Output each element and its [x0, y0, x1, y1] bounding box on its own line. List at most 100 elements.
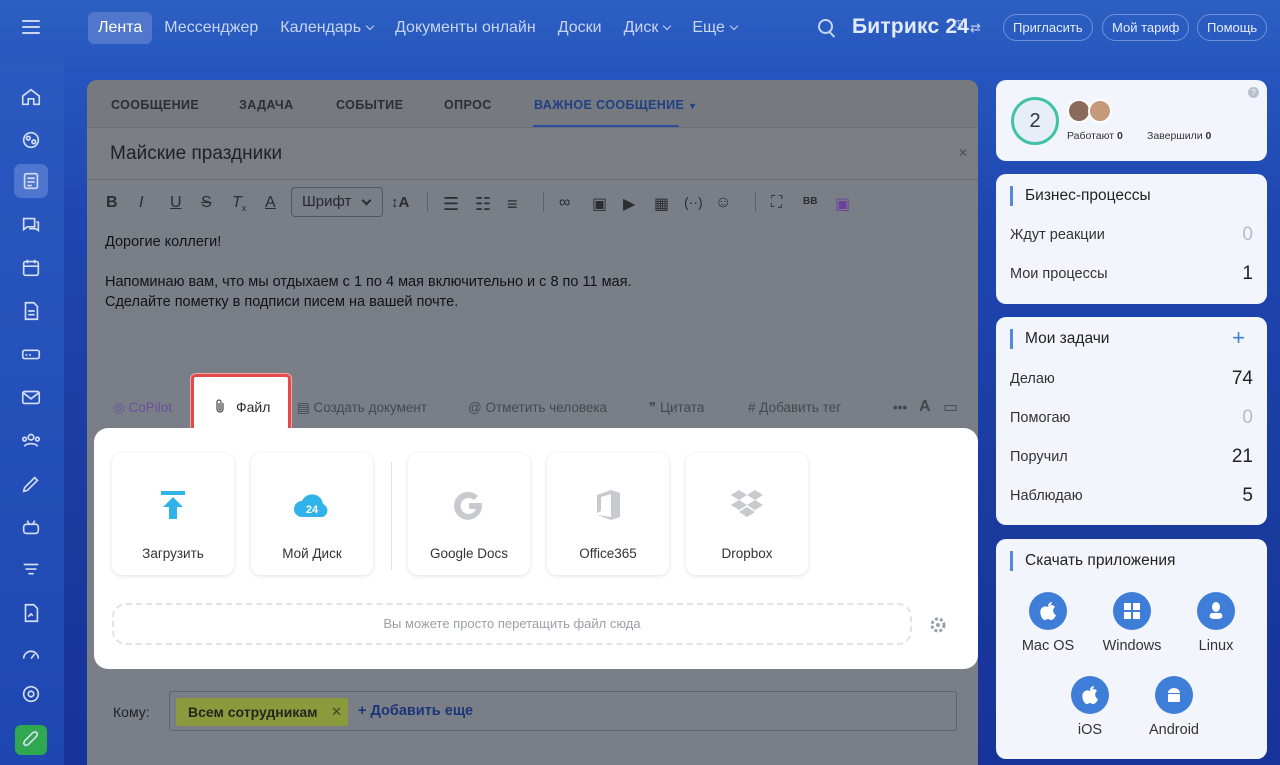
employees-icon[interactable]	[17, 426, 45, 454]
drop-zone[interactable]: Вы можете просто перетащить файл сюда	[112, 603, 912, 645]
tab-event[interactable]: СОБЫТИЕ	[336, 98, 403, 112]
row-label: Ждут реакции	[1010, 227, 1105, 243]
swap-icon[interactable]: ⇄	[970, 20, 981, 36]
help-button[interactable]: Помощь	[1197, 14, 1268, 41]
gear-icon[interactable]	[928, 615, 948, 635]
nav-item-more[interactable]: Еще	[682, 12, 747, 44]
tab-task[interactable]: ЗАДАЧА	[239, 98, 294, 112]
nav-item-drive[interactable]: Диск	[614, 12, 681, 44]
text-format-icon[interactable]: A	[919, 398, 931, 416]
task-row[interactable]: Поручил 21	[1010, 446, 1253, 467]
close-icon[interactable]: ✕	[331, 698, 342, 726]
app-windows[interactable]: Windows	[1090, 592, 1174, 654]
close-icon[interactable]: ✕	[958, 146, 968, 160]
file-button[interactable]: Файл	[191, 374, 291, 434]
home-icon[interactable]	[17, 83, 45, 111]
my-drive-tile[interactable]: 24 Мой Диск	[251, 453, 373, 575]
recipient-chip[interactable]: Всем сотрудникам ✕	[176, 698, 348, 726]
people-chat-icon[interactable]	[17, 126, 45, 154]
app-android[interactable]: Android	[1132, 676, 1216, 738]
add-tag-button[interactable]: # Добавить тег	[748, 400, 841, 415]
tariff-button[interactable]: Мой тариф	[1102, 14, 1190, 41]
code-block-icon[interactable]: (··)	[684, 194, 703, 210]
italic-icon[interactable]: I	[139, 194, 143, 212]
chat-icon[interactable]	[17, 211, 45, 239]
task-row[interactable]: Делаю 74	[1010, 368, 1253, 389]
dropbox-tile[interactable]: Dropbox	[686, 453, 808, 575]
rocket-icon[interactable]	[15, 725, 47, 755]
mention-button[interactable]: @ Отметить человека	[468, 400, 607, 415]
document-icon[interactable]	[17, 297, 45, 325]
create-document-button[interactable]: ▤ Создать документ	[297, 400, 427, 416]
card-title[interactable]: Мои задачи	[1010, 329, 1109, 349]
nav-item-feed[interactable]: Лента	[88, 12, 153, 44]
app-ios[interactable]: iOS	[1048, 676, 1132, 738]
video-icon[interactable]: ▶	[623, 194, 635, 214]
add-task-icon[interactable]: +	[1232, 325, 1245, 351]
tab-important-message[interactable]: ВАЖНОЕ СООБЩЕНИЕ ▼	[534, 98, 697, 112]
drive-icon[interactable]	[17, 340, 45, 368]
tab-message[interactable]: СООБЩЕНИЕ	[111, 98, 199, 112]
menu-icon[interactable]	[22, 20, 40, 34]
body-line: Дорогие коллеги!	[105, 234, 222, 250]
help-icon[interactable]: ?	[1248, 87, 1259, 98]
numbered-list-icon[interactable]: ☰	[443, 194, 459, 215]
recipient-box[interactable]: Всем сотрудникам ✕ + Добавить еще	[169, 691, 957, 731]
panel-icon[interactable]: ▭	[943, 397, 958, 417]
quote-button[interactable]: ❞ Цитата	[649, 400, 704, 416]
tab-poll[interactable]: ОПРОС	[444, 98, 492, 112]
ai-image-icon[interactable]: ▣	[835, 194, 850, 214]
smiley-icon[interactable]: ☺	[715, 194, 731, 212]
app-linux[interactable]: Linux	[1174, 592, 1258, 654]
google-docs-tile[interactable]: Google Docs	[408, 453, 530, 575]
font-select[interactable]: Шрифт	[291, 187, 383, 217]
align-icon[interactable]: ≡	[507, 194, 518, 215]
chevron-down-icon	[729, 21, 739, 31]
more-icon[interactable]: •••	[893, 400, 907, 415]
nav-item-boards[interactable]: Доски	[548, 12, 612, 44]
fullscreen-icon[interactable]: ⛶	[771, 194, 782, 212]
invite-button[interactable]: Пригласить	[1003, 14, 1093, 41]
strikethrough-icon[interactable]: S	[201, 194, 212, 212]
nav-item-calendar[interactable]: Календарь	[270, 12, 383, 44]
nav-item-messenger[interactable]: Мессенджер	[154, 12, 268, 44]
search-icon[interactable]	[818, 19, 833, 34]
task-row[interactable]: Наблюдаю 5	[1010, 485, 1253, 506]
clock-icon[interactable]: ◷	[954, 17, 964, 30]
bp-row[interactable]: Мои процессы 1	[1010, 263, 1253, 284]
underline-icon[interactable]: U	[170, 194, 182, 212]
office365-tile[interactable]: Office365	[547, 453, 669, 575]
link-icon[interactable]: ∞	[559, 194, 570, 212]
upload-tile[interactable]: Загрузить	[112, 453, 234, 575]
document-icon: ▤	[297, 400, 310, 415]
app-macos[interactable]: Mac OS	[1006, 592, 1090, 654]
font-size-icon[interactable]: ↕A	[391, 194, 409, 211]
filter-icon[interactable]	[17, 556, 45, 584]
card-title[interactable]: Бизнес-процессы	[1010, 186, 1151, 206]
bold-icon[interactable]: B	[106, 194, 118, 212]
clear-format-icon[interactable]: Tx	[232, 194, 246, 213]
speed-icon[interactable]	[17, 640, 45, 668]
post-body[interactable]: Дорогие коллеги! Напоминаю вам, что мы о…	[105, 232, 632, 312]
mail-icon[interactable]	[17, 383, 45, 411]
bulleted-list-icon[interactable]: ☷	[475, 194, 491, 215]
copilot-button[interactable]: ◎ CoPilot	[113, 400, 172, 416]
feed-icon[interactable]	[14, 164, 48, 198]
bp-row[interactable]: Ждут реакции 0	[1010, 224, 1253, 245]
add-more-link[interactable]: + Добавить еще	[358, 703, 473, 719]
image-icon[interactable]: ▣	[592, 194, 607, 214]
calendar-icon[interactable]	[17, 254, 45, 282]
post-title-input[interactable]: Майские праздники	[110, 143, 282, 165]
brand-logo: Битрикс 24	[852, 15, 970, 38]
text-color-icon[interactable]: A	[265, 194, 276, 212]
table-icon[interactable]: ▦	[654, 194, 669, 214]
progress-ring[interactable]: 2	[1011, 97, 1059, 145]
edit-icon[interactable]	[17, 470, 45, 498]
task-row[interactable]: Помогаю 0	[1010, 407, 1253, 428]
signature-icon[interactable]	[17, 599, 45, 627]
robot-icon[interactable]	[17, 513, 45, 541]
bbcode-icon[interactable]: BB	[803, 196, 817, 207]
avatar[interactable]	[1088, 99, 1112, 123]
nav-item-docs[interactable]: Документы онлайн	[385, 12, 546, 44]
settings-icon[interactable]	[17, 680, 45, 708]
